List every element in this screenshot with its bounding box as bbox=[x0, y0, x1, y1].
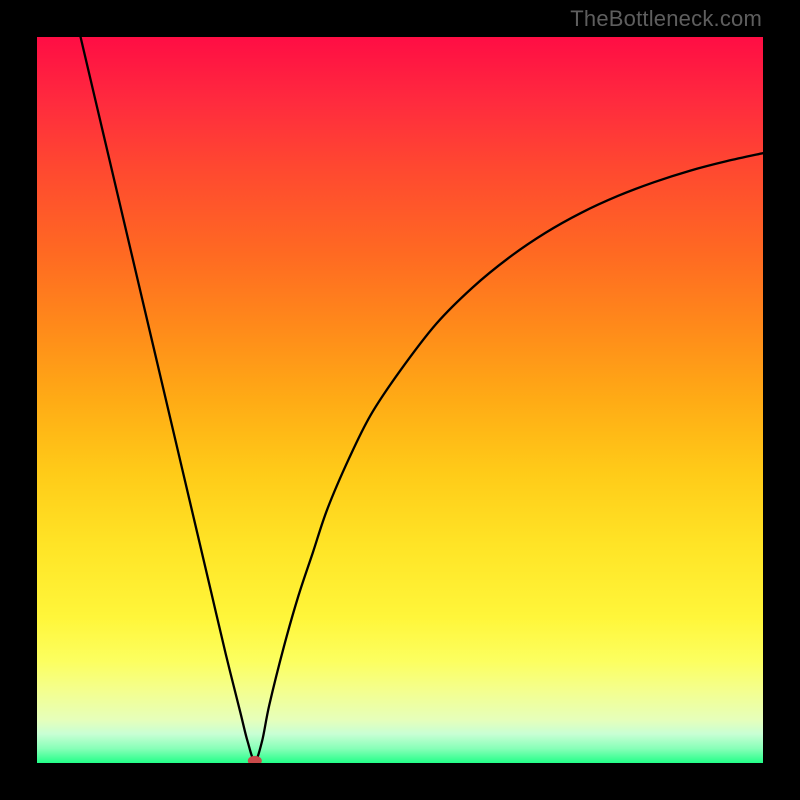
chart-frame: TheBottleneck.com bbox=[0, 0, 800, 800]
curve-layer bbox=[37, 37, 763, 763]
plot-area bbox=[37, 37, 763, 763]
bottleneck-curve bbox=[81, 37, 763, 761]
minimum-marker bbox=[248, 756, 262, 763]
watermark-label: TheBottleneck.com bbox=[570, 6, 762, 32]
